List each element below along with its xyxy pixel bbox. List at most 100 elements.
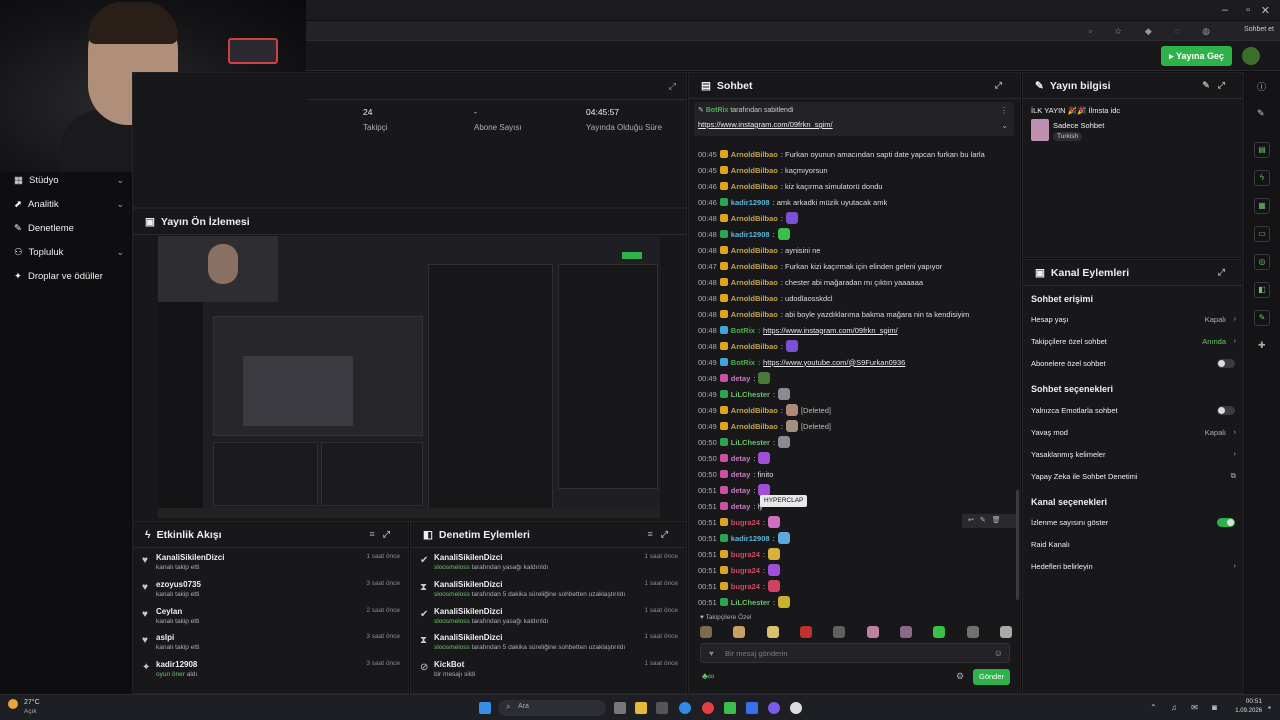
close-icon[interactable]: ✕ (1261, 4, 1270, 17)
followers-only-chat-row[interactable]: Takipçilere özel sohbet Anında › (1031, 336, 1236, 346)
chat-message[interactable]: 00:50 detay: (698, 451, 771, 465)
chat-emote[interactable] (768, 516, 781, 528)
clock-time[interactable]: 00:51 (1226, 698, 1262, 705)
rail-lightning-icon[interactable]: ϟ (1254, 170, 1270, 186)
chat-emote[interactable] (768, 580, 781, 592)
send-button[interactable]: Gönder (973, 669, 1010, 685)
subscribers-only-toggle[interactable] (1217, 359, 1235, 368)
chat-username[interactable]: BotRix (731, 326, 755, 335)
list-item[interactable]: ♥ ezoyus0735 kanalı takip etti 3 saat önce (142, 580, 400, 606)
notification-icon[interactable]: ▪ (1268, 703, 1271, 712)
list-item[interactable]: ✦ kadir12908 oyun öner aldı 3 saat önce (142, 660, 400, 686)
info-icon[interactable]: ⓘ (1257, 80, 1266, 93)
maximize-icon[interactable]: ▫ (1246, 4, 1250, 16)
chat-message[interactable]: 00:51 bugra24: (698, 515, 781, 529)
go-live-button[interactable]: ▸ Yayına Geç (1161, 46, 1232, 66)
chat-username[interactable]: ArnoldBilbao (731, 150, 778, 159)
chat-message[interactable]: 00:48 BotRix: https://www.instagram.com/0… (698, 323, 898, 337)
emote-bar[interactable] (700, 626, 1012, 638)
task-view-icon[interactable] (614, 702, 626, 714)
file-explorer-icon[interactable] (635, 702, 647, 714)
chat-emote[interactable] (785, 420, 798, 432)
chat-emote[interactable] (785, 404, 798, 416)
chat-username[interactable]: ArnoldBilbao (731, 278, 778, 287)
windows-start-icon[interactable] (479, 702, 491, 714)
chat-username[interactable]: ArnoldBilbao (731, 422, 778, 431)
chat-message[interactable]: 00:49 detay: (698, 371, 771, 385)
chat-message[interactable]: 00:50 detay: finito (698, 467, 773, 481)
chat-emote[interactable] (777, 228, 790, 240)
chat-emote[interactable] (758, 372, 771, 384)
sidebar-item-drops[interactable]: ✦ Droplar ve ödüller (14, 268, 124, 284)
chat-username[interactable]: BotRix (731, 358, 755, 367)
chat-username[interactable]: detay (731, 486, 751, 495)
chat-username[interactable]: ArnoldBilbao (731, 294, 778, 303)
edit-icon[interactable]: ✎ (1257, 108, 1265, 119)
rail-wrench-icon[interactable]: ✎ (1254, 310, 1270, 326)
sidebar-item-moderation[interactable]: ✎ Denetleme (14, 220, 124, 236)
sidebar-item-studio[interactable]: ▦ Stüdyo ⌄ (14, 172, 124, 188)
chat-emote[interactable] (785, 212, 798, 224)
avatar[interactable] (1242, 47, 1260, 65)
chat-username[interactable]: LiLChester (731, 598, 770, 607)
message-action-icons[interactable]: ↩✎🗑 (962, 514, 1017, 528)
chat-message[interactable]: 00:48 kadir12908: (698, 227, 790, 241)
list-item[interactable]: ⧗ KanaliSikilenDizci sloosmeloss tarafında… (420, 580, 678, 606)
rail-chat-icon[interactable]: ▭ (1254, 226, 1270, 242)
chat-username[interactable]: LiLChester (731, 390, 770, 399)
chat-username[interactable]: ArnoldBilbao (731, 342, 778, 351)
chat-username[interactable]: ArnoldBilbao (731, 262, 778, 271)
show-viewers-toggle[interactable] (1217, 518, 1235, 527)
rail-preview-icon[interactable]: ◎ (1254, 254, 1270, 270)
chat-message[interactable]: 00:46 ArnoldBilbao: kiz kaçırma simulator… (698, 179, 883, 193)
chat-username[interactable]: bugra24 (731, 550, 760, 559)
list-item[interactable]: ♥ aslpi kanalı takip etti 3 saat önce (142, 633, 400, 659)
edge-icon[interactable] (679, 702, 691, 714)
gear-icon[interactable]: ⚙ (956, 671, 964, 682)
chat-emote[interactable] (785, 340, 798, 352)
chat-username[interactable]: bugra24 (731, 582, 760, 591)
chat-emote[interactable] (778, 596, 791, 608)
pinned-message[interactable]: ✎ BotRix tarafından sabitlendi https://w… (694, 102, 1014, 136)
emote-only-toggle[interactable] (1217, 406, 1235, 415)
chat-message[interactable]: 00:51 bugra24: (698, 579, 781, 593)
chat-message[interactable]: 00:51 bugra24: (698, 563, 781, 577)
expand-icon[interactable]: ⤢ (1218, 267, 1233, 278)
chat-message[interactable]: 00:48 ArnoldBilbao: (698, 211, 798, 225)
chat-message[interactable]: 00:49 ArnoldBilbao: [Deleted] (698, 419, 831, 433)
filter-expand-icons[interactable]: ≡⤢ (370, 529, 398, 540)
stream-preview-image[interactable] (158, 236, 660, 518)
chat-message[interactable]: 00:49 BotRix: https://www.youtube.com/@S9… (698, 355, 905, 369)
chat-username[interactable]: detay (731, 454, 751, 463)
obs-icon[interactable] (790, 702, 802, 714)
chat-message[interactable]: 00:48 ArnoldBilbao: chester abi mağaradan… (698, 275, 923, 289)
browser-address-bar[interactable]: ▫ ☆ ◆ ◌ ◍ Sohbet et (306, 21, 1280, 41)
tray-icons[interactable]: ⌃ ♫ ✉ ◙ (1150, 703, 1223, 712)
chat-username[interactable]: ArnoldBilbao (731, 182, 778, 191)
chevron-down-icon[interactable]: ⌄ (1001, 121, 1008, 130)
chat-emote[interactable] (778, 388, 791, 400)
app-icon[interactable] (746, 702, 758, 714)
chat-message[interactable]: 00:51 bugra24: (698, 547, 781, 561)
chat-username[interactable]: ArnoldBilbao (731, 214, 778, 223)
chat-message[interactable]: 00:51 LiLChester: (698, 595, 791, 609)
chat-message[interactable]: 00:51 detay: ly (698, 499, 763, 513)
chat-emote[interactable] (758, 452, 771, 464)
discord-icon[interactable] (768, 702, 780, 714)
emoji-icon[interactable]: ☺ (994, 648, 1003, 658)
chat-username[interactable]: bugra24 (731, 518, 760, 527)
chat-emote[interactable] (768, 564, 781, 576)
chat-username[interactable]: kadir12908 (731, 534, 770, 543)
language-tag[interactable]: Turkish (1053, 132, 1083, 141)
list-item[interactable]: ⊘ KickBot bir mesajı sildi 1 saat önce (420, 660, 678, 686)
chat-message[interactable]: 00:51 kadir12908: (698, 531, 790, 545)
pin-icon[interactable]: ✚ (1258, 340, 1266, 351)
taskbar-search[interactable]: ⌕ Ara (498, 700, 606, 716)
rail-moderation-icon[interactable]: ◧ (1254, 282, 1270, 298)
chat-input[interactable]: ♥ Bir mesaj gönderin ☺ (700, 643, 1010, 663)
store-icon[interactable] (656, 702, 668, 714)
chat-message[interactable]: 00:48 ArnoldBilbao: aynisini ne (698, 243, 820, 257)
chat-username[interactable]: LiLChester (731, 438, 770, 447)
rail-panel-icon[interactable]: ▤ (1254, 142, 1270, 158)
chat-username[interactable]: detay (731, 502, 751, 511)
